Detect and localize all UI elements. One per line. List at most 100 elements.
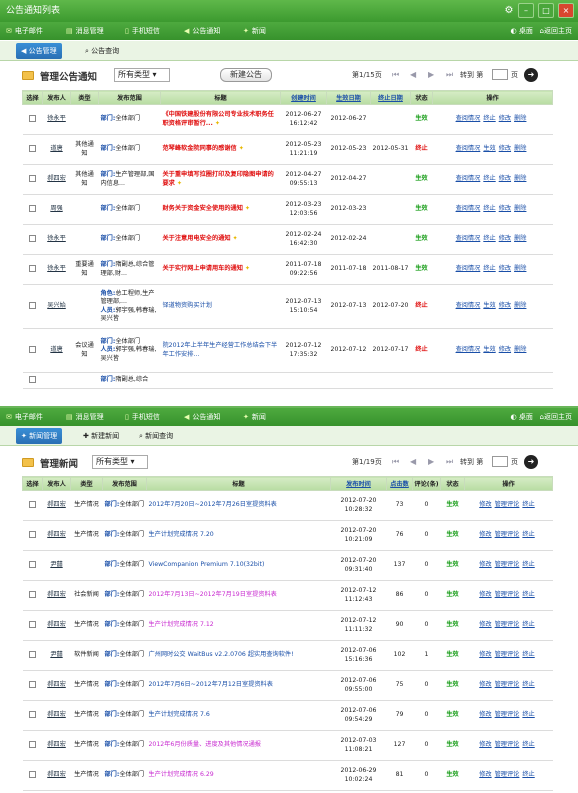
publisher-link[interactable]: 周强 xyxy=(50,205,62,212)
publisher-link[interactable]: 郝四宏 xyxy=(47,621,66,628)
page-input[interactable] xyxy=(492,456,508,467)
last-page-button[interactable]: ⏭ xyxy=(446,457,453,467)
action-link[interactable]: 修改 xyxy=(499,235,511,242)
action-link[interactable]: 管理评论 xyxy=(495,621,520,628)
announcement-title-link[interactable]: 关于注意用电安全的通知 xyxy=(163,235,231,242)
action-link[interactable]: 删除 xyxy=(514,265,526,272)
action-link[interactable]: 终止 xyxy=(483,115,495,122)
action-link[interactable]: 修改 xyxy=(499,302,511,309)
action-link[interactable]: 管理评论 xyxy=(495,501,520,508)
row-checkbox[interactable] xyxy=(29,205,36,212)
action-link[interactable]: 管理评论 xyxy=(495,711,520,718)
action-link[interactable]: 查阅情况 xyxy=(456,302,481,309)
publisher-link[interactable]: 郝四宏 xyxy=(47,591,66,598)
action-link[interactable]: 修改 xyxy=(479,561,491,568)
action-link[interactable]: 修改 xyxy=(499,115,511,122)
row-checkbox[interactable] xyxy=(29,501,36,508)
action-link[interactable]: 管理评论 xyxy=(495,741,520,748)
action-link[interactable]: 修改 xyxy=(499,346,511,353)
action-link[interactable]: 修改 xyxy=(499,265,511,272)
row-checkbox[interactable] xyxy=(29,346,36,353)
go-button[interactable]: ➜ xyxy=(524,455,538,469)
action-link[interactable]: 修改 xyxy=(499,205,511,212)
action-link[interactable]: 查阅情况 xyxy=(456,115,481,122)
tab-news-search[interactable]: ⌕ 新闻查询 xyxy=(134,428,178,444)
nav-item-news[interactable]: ✦ 新闻 xyxy=(243,22,266,40)
publisher-link[interactable]: 道唐 xyxy=(50,145,62,152)
row-checkbox[interactable] xyxy=(29,376,36,383)
action-link[interactable]: 终止 xyxy=(483,265,495,272)
action-link[interactable]: 终止 xyxy=(522,711,534,718)
announcement-title-link[interactable]: 范琴峰软金院同事的感谢信 xyxy=(163,145,237,152)
action-link[interactable]: 修改 xyxy=(479,501,491,508)
column-header[interactable]: 终止日期 xyxy=(370,90,411,105)
row-checkbox[interactable] xyxy=(29,115,36,122)
action-link[interactable]: 管理评论 xyxy=(495,561,520,568)
action-link[interactable]: 查阅情况 xyxy=(456,265,481,272)
publisher-link[interactable]: 吴兴始 xyxy=(47,302,66,309)
news-title-link[interactable]: 2012年6月份质量、进度及其他情况通报 xyxy=(149,741,262,748)
publisher-link[interactable]: 郝四宏 xyxy=(47,771,66,778)
nav-item-notices[interactable]: ◀ 公告通知 xyxy=(184,408,220,426)
action-link[interactable]: 查阅情况 xyxy=(456,145,481,152)
tab-announcement-search[interactable]: ⌕ 公告查询 xyxy=(80,43,124,59)
action-link[interactable]: 删除 xyxy=(514,302,526,309)
action-link[interactable]: 删除 xyxy=(514,235,526,242)
news-title-link[interactable]: 2012年7月13日~2012年7月19日室提资料表 xyxy=(149,591,277,598)
action-link[interactable]: 管理评论 xyxy=(495,651,520,658)
action-link[interactable]: 修改 xyxy=(479,771,491,778)
action-link[interactable]: 修改 xyxy=(479,531,491,538)
publisher-link[interactable]: 徐永平 xyxy=(47,265,66,272)
announcement-title-link[interactable]: 铎道物资购买计划 xyxy=(163,302,213,309)
row-checkbox[interactable] xyxy=(29,651,36,658)
row-checkbox[interactable] xyxy=(29,531,36,538)
column-header[interactable]: 点击数 xyxy=(386,476,413,491)
settings-icon[interactable]: ⚙ xyxy=(502,4,516,18)
row-checkbox[interactable] xyxy=(29,741,36,748)
action-link[interactable]: 终止 xyxy=(522,531,534,538)
nav-item-email[interactable]: ✉ 电子邮件 xyxy=(6,408,43,426)
news-title-link[interactable]: 2012年7月6日~2012年7月12日室提资料表 xyxy=(149,681,273,688)
action-link[interactable]: 终止 xyxy=(522,501,534,508)
tab-news-manage[interactable]: ✦ 新闻管理 xyxy=(16,428,63,444)
action-link[interactable]: 终止 xyxy=(522,681,534,688)
news-title-link[interactable]: 2012年7月20日~2012年7月26日室提资料表 xyxy=(149,501,277,508)
row-checkbox[interactable] xyxy=(29,175,36,182)
column-header[interactable]: 生效日期 xyxy=(326,90,371,105)
action-link[interactable]: 生效 xyxy=(483,346,495,353)
nav-item-notices[interactable]: ◀ 公告通知 xyxy=(184,22,220,40)
action-link[interactable]: 删除 xyxy=(514,205,526,212)
row-checkbox[interactable] xyxy=(29,681,36,688)
first-page-button[interactable]: ⏮ xyxy=(392,70,399,80)
nav-item-sms[interactable]: ▯ 手机短信 xyxy=(125,408,160,426)
publisher-link[interactable]: 郝四宏 xyxy=(47,501,66,508)
news-title-link[interactable]: 生产计划完成情况 7.12 xyxy=(149,621,214,628)
maximize-button[interactable]: □ xyxy=(538,3,554,18)
action-link[interactable]: 删除 xyxy=(514,175,526,182)
action-link[interactable]: 修改 xyxy=(479,741,491,748)
action-link[interactable]: 终止 xyxy=(522,771,534,778)
row-checkbox[interactable] xyxy=(29,561,36,568)
first-page-button[interactable]: ⏮ xyxy=(392,457,399,467)
action-link[interactable]: 删除 xyxy=(514,145,526,152)
type-select[interactable]: 所有类型 ▾ xyxy=(114,68,170,82)
action-link[interactable]: 生效 xyxy=(483,145,495,152)
nav-item-email[interactable]: ✉ 电子邮件 xyxy=(6,22,43,40)
column-header[interactable]: 创建时间 xyxy=(280,90,327,105)
publisher-link[interactable]: 郝四宏 xyxy=(47,681,66,688)
action-link[interactable]: 删除 xyxy=(514,346,526,353)
row-checkbox[interactable] xyxy=(29,591,36,598)
announcement-title-link[interactable]: 院2012年上半年生产经营工作总结会下半年工作安排... xyxy=(163,342,278,358)
action-link[interactable]: 终止 xyxy=(483,235,495,242)
action-link[interactable]: 管理评论 xyxy=(495,681,520,688)
publisher-link[interactable]: 道唐 xyxy=(50,346,62,353)
publisher-link[interactable]: 郝四宏 xyxy=(47,741,66,748)
prev-page-button[interactable]: ◀ xyxy=(410,457,416,466)
next-page-button[interactable]: ▶ xyxy=(428,70,434,79)
last-page-button[interactable]: ⏭ xyxy=(446,70,453,80)
action-link[interactable]: 管理评论 xyxy=(495,771,520,778)
action-link[interactable]: 终止 xyxy=(483,205,495,212)
publisher-link[interactable]: 郝四宏 xyxy=(47,711,66,718)
nav-item-messages[interactable]: ▤ 消息管理 xyxy=(66,408,104,426)
action-link[interactable]: 修改 xyxy=(479,711,491,718)
